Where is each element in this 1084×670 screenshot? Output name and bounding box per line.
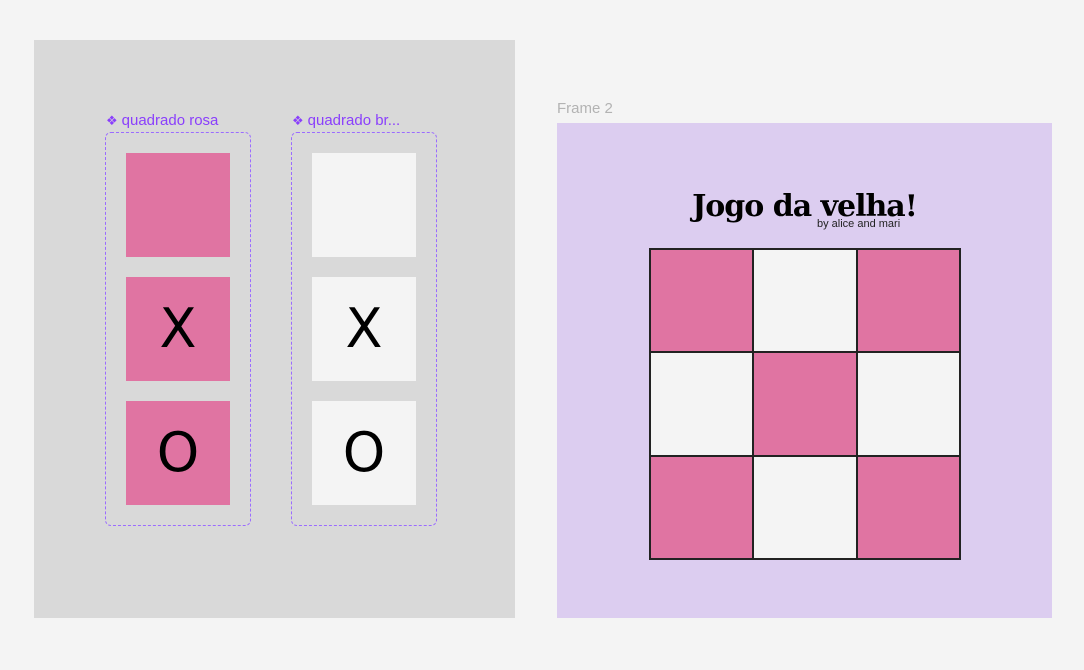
board-cell-8[interactable] <box>753 455 857 559</box>
component-set-name: quadrado rosa <box>121 112 219 129</box>
component-icon: ❖ <box>106 113 118 128</box>
o-mark-icon: O <box>342 421 386 484</box>
o-mark-icon: O <box>156 421 200 484</box>
white-square-o[interactable]: O <box>312 401 416 505</box>
board-cell-5[interactable] <box>753 352 857 456</box>
component-set-label-pink[interactable]: ❖ quadrado rosa <box>106 112 218 129</box>
board-cell-6[interactable] <box>856 352 960 456</box>
x-mark-icon: X <box>345 297 383 360</box>
component-icon: ❖ <box>292 113 304 128</box>
x-mark-icon: X <box>159 297 197 360</box>
frame-label[interactable]: Frame 2 <box>557 100 613 117</box>
pink-square-o[interactable]: O <box>126 401 230 505</box>
board-cell-1[interactable] <box>650 249 754 353</box>
component-set-name: quadrado br... <box>307 112 401 129</box>
board-cell-7[interactable] <box>650 455 754 559</box>
white-square-empty[interactable] <box>312 153 416 257</box>
board-cell-3[interactable] <box>856 249 960 353</box>
pink-square-x[interactable]: X <box>126 277 230 381</box>
board-cell-9[interactable] <box>856 455 960 559</box>
board-cell-2[interactable] <box>753 249 857 353</box>
game-subtitle: by alice and mari <box>817 218 901 230</box>
pink-square-empty[interactable] <box>126 153 230 257</box>
frame-2[interactable]: Jogo da velha! by alice and mari <box>557 123 1052 618</box>
component-set-label-white[interactable]: ❖ quadrado br... <box>292 112 400 129</box>
game-title: Jogo da velha! <box>692 189 918 224</box>
white-square-x[interactable]: X <box>312 277 416 381</box>
board-cell-4[interactable] <box>650 352 754 456</box>
tic-tac-toe-board[interactable] <box>649 248 961 560</box>
